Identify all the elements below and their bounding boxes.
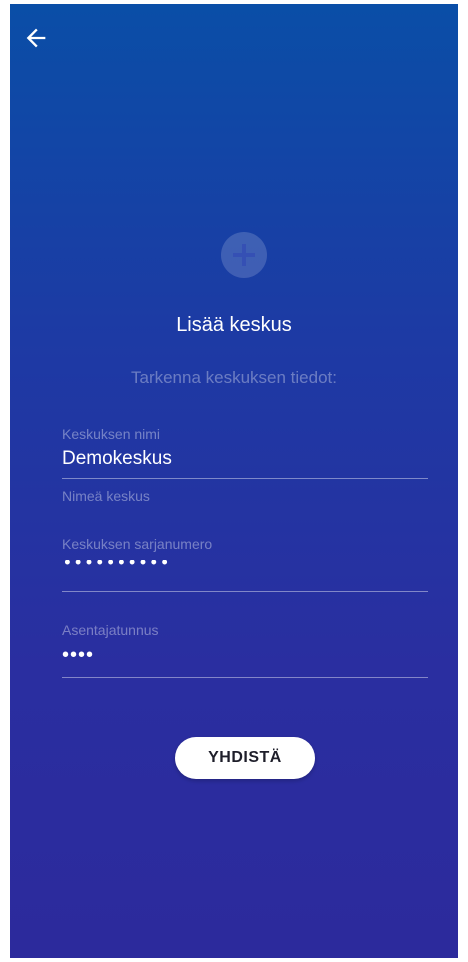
- name-field[interactable]: Demokeskus: [62, 448, 172, 470]
- serial-field-value: ••••••••••: [62, 560, 171, 574]
- installer-code-field[interactable]: ••••: [62, 644, 94, 667]
- serial-field[interactable]: ••••••••••: [62, 560, 202, 582]
- serial-field-label: Keskuksen sarjanumero: [62, 536, 213, 552]
- name-field-underline: [62, 478, 428, 479]
- name-field-label: Keskuksen nimi: [62, 426, 161, 442]
- page-title: Lisää keskus: [176, 314, 292, 336]
- name-field-hint: Nimeä keskus: [62, 488, 150, 504]
- app-screen: Lisää keskus Tarkenna keskuksen tiedot: …: [10, 4, 458, 958]
- connect-button[interactable]: YHDISTÄ: [175, 737, 315, 779]
- installer-code-label: Asentajatunnus: [62, 622, 159, 638]
- plus-circle-icon: [221, 232, 267, 278]
- serial-field-underline: [62, 591, 428, 592]
- back-arrow-icon[interactable]: [22, 24, 50, 52]
- page-subtitle: Tarkenna keskuksen tiedot:: [130, 368, 337, 387]
- installer-code-underline: [62, 677, 428, 678]
